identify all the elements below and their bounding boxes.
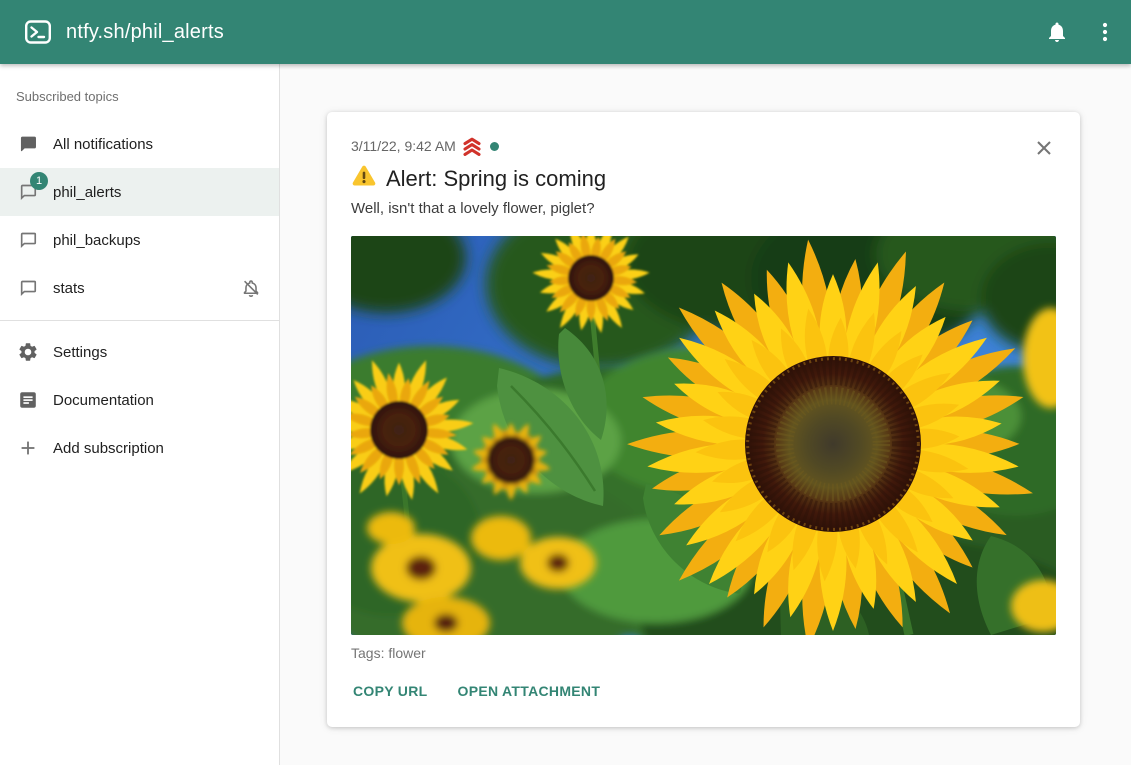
notification-meta-row: 3/11/22, 9:42 AM [351, 136, 1056, 156]
bell-off-icon [239, 276, 263, 300]
app-bar: ntfy.sh/phil_alerts [0, 0, 1131, 64]
sidebar-item-label: stats [53, 280, 85, 297]
notification-card: 3/11/22, 9:42 AM [327, 112, 1080, 727]
sidebar-item-label: phil_alerts [53, 184, 121, 201]
sidebar-item-phil-alerts[interactable]: 1 phil_alerts [0, 168, 279, 216]
sidebar-item-settings[interactable]: Settings [0, 328, 279, 376]
sidebar-item-label: Settings [53, 344, 107, 361]
chat-bubble-outline-icon [16, 228, 40, 252]
sidebar-item-add-subscription[interactable]: Add subscription [0, 424, 279, 472]
close-icon[interactable] [1032, 136, 1056, 160]
sidebar-item-phil-backups[interactable]: phil_backups [0, 216, 279, 264]
sidebar: Subscribed topics All notifications 1 ph… [0, 64, 280, 765]
overflow-menu-button[interactable] [1081, 8, 1129, 56]
notifications-bell-button[interactable] [1033, 8, 1081, 56]
sidebar-item-stats[interactable]: stats [0, 264, 279, 312]
warning-emoji-icon [351, 163, 377, 195]
main-content: 3/11/22, 9:42 AM [280, 64, 1131, 765]
notification-body: Well, isn't that a lovely flower, piglet… [351, 199, 1056, 219]
priority-max-icon [461, 136, 483, 157]
sidebar-item-label: phil_backups [53, 232, 141, 249]
chat-bubble-outline-icon [16, 276, 40, 300]
app-title: ntfy.sh/phil_alerts [66, 21, 224, 44]
open-attachment-button[interactable]: OPEN ATTACHMENT [456, 673, 603, 709]
notification-tags: Tags: flower [351, 645, 1056, 661]
sidebar-item-label: All notifications [53, 136, 153, 153]
notification-title: Alert: Spring is coming [386, 164, 606, 194]
notification-title-row: Alert: Spring is coming [351, 163, 1056, 195]
chat-bubble-filled-icon [16, 132, 40, 156]
attachment-image-sunflowers[interactable] [351, 236, 1056, 635]
sidebar-section-label: Subscribed topics [0, 64, 279, 120]
unread-dot-icon [490, 142, 499, 151]
terminal-logo-icon [24, 18, 52, 46]
article-icon [16, 388, 40, 412]
copy-url-button[interactable]: COPY URL [351, 673, 430, 709]
sidebar-item-all-notifications[interactable]: All notifications [0, 120, 279, 168]
sidebar-item-label: Add subscription [53, 440, 164, 457]
sidebar-item-documentation[interactable]: Documentation [0, 376, 279, 424]
sidebar-item-label: Documentation [53, 392, 154, 409]
unread-count-badge: 1 [30, 172, 48, 190]
chat-bubble-outline-icon: 1 [16, 180, 40, 204]
sidebar-divider [0, 320, 279, 321]
plus-icon [16, 436, 40, 460]
notification-timestamp: 3/11/22, 9:42 AM [351, 138, 456, 154]
notification-actions: COPY URL OPEN ATTACHMENT [351, 673, 1056, 709]
gear-icon [16, 340, 40, 364]
